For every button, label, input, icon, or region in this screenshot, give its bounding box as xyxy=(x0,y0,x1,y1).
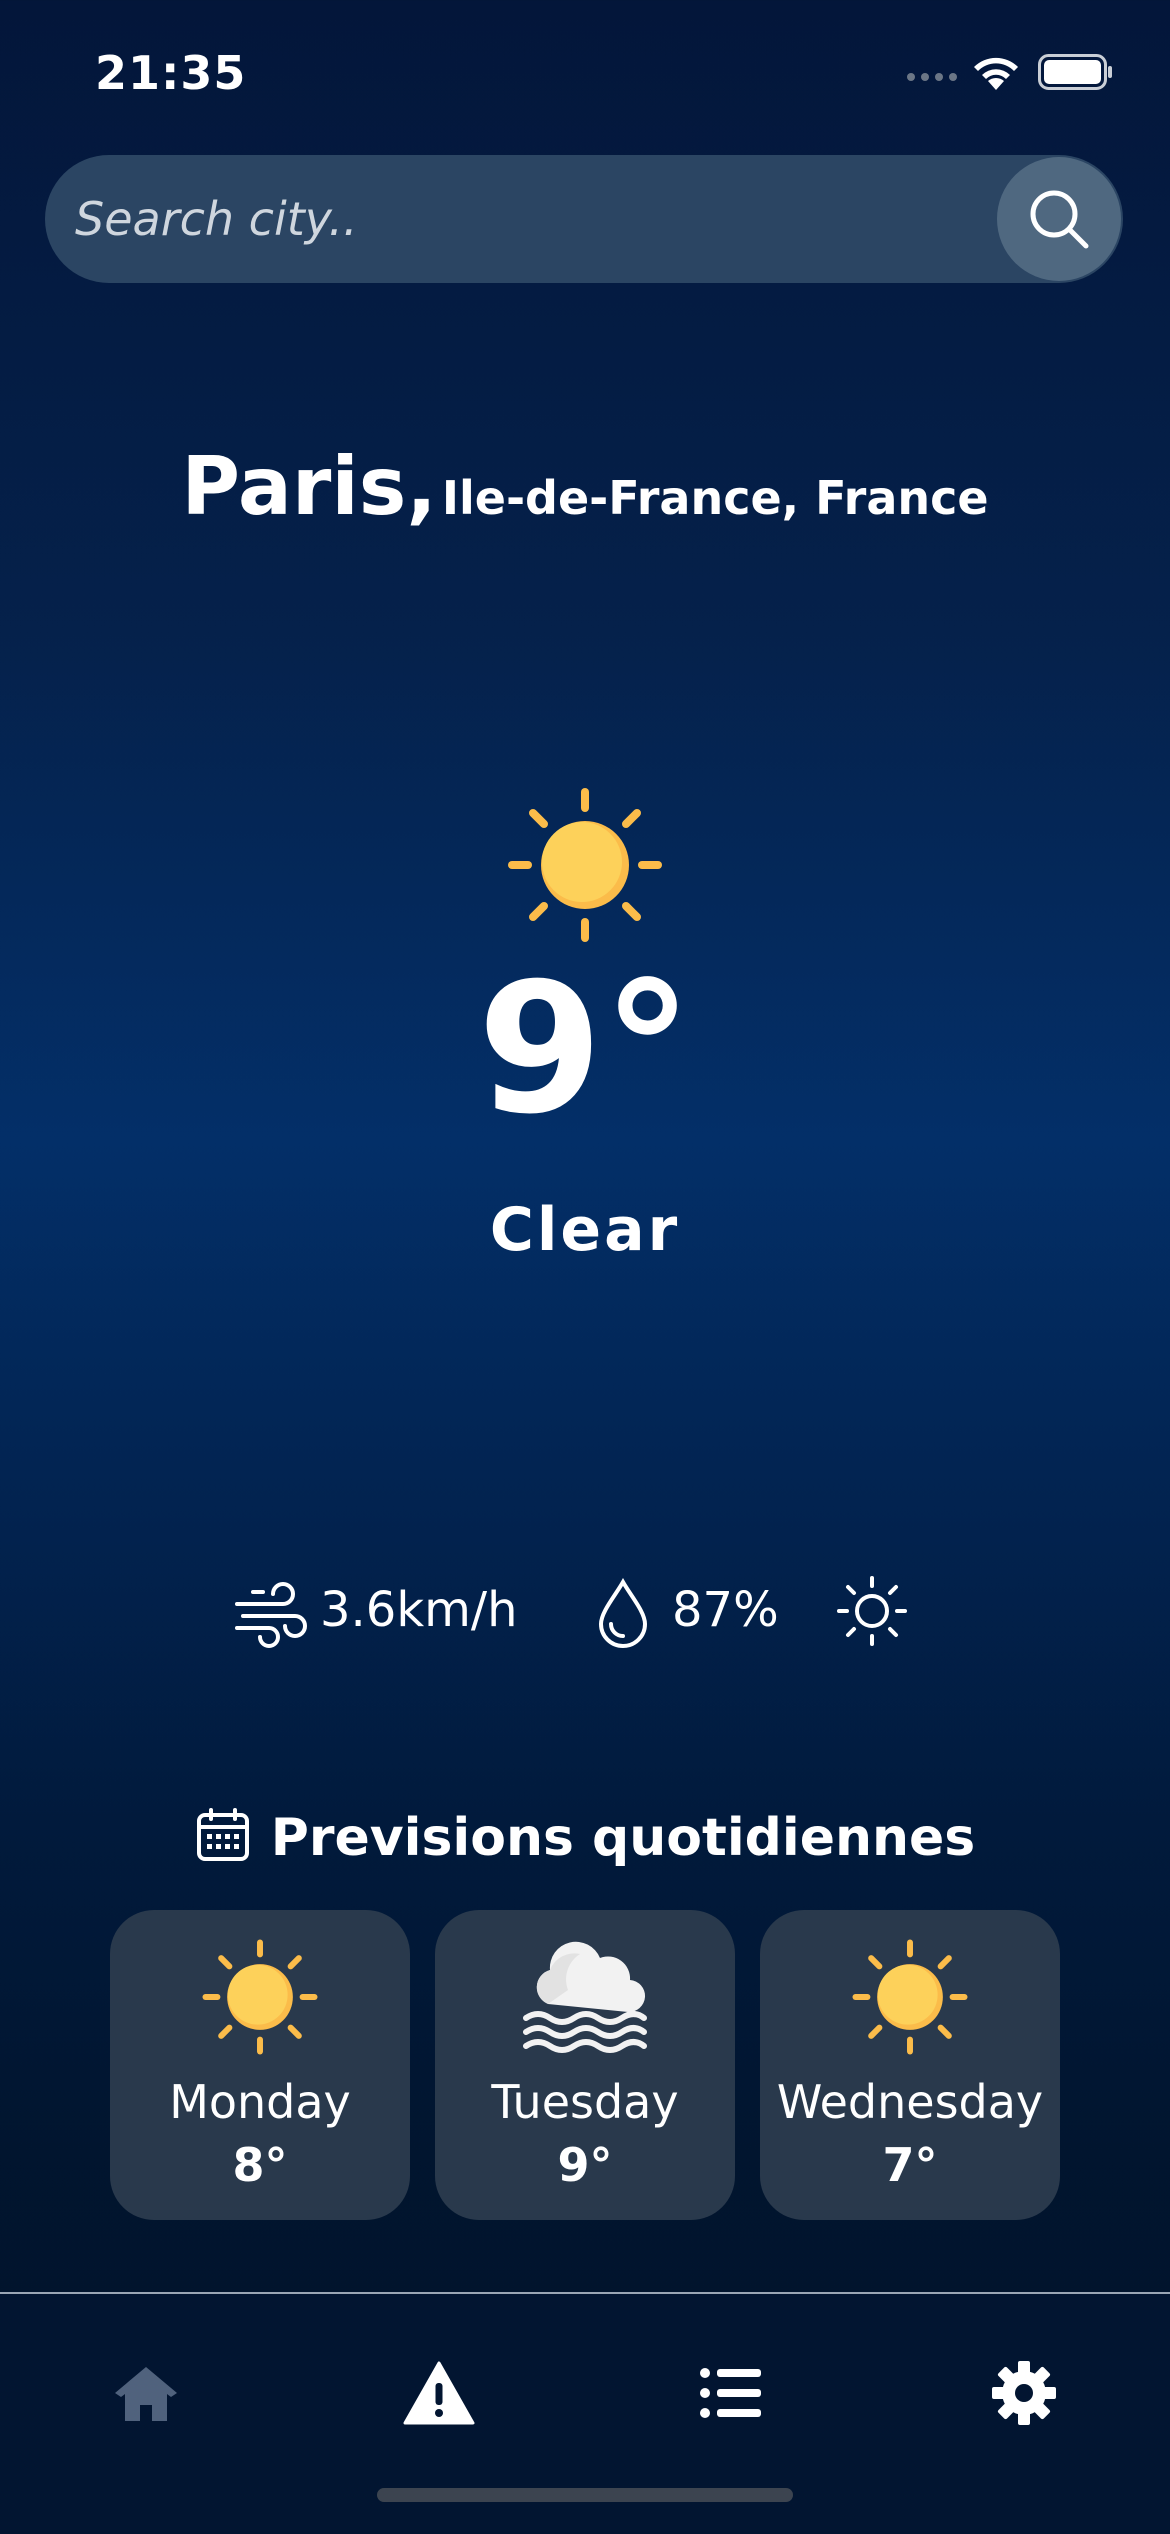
search-button[interactable] xyxy=(997,157,1121,281)
sun-icon xyxy=(508,788,662,942)
weather-metrics: 3.6km/h 87% xyxy=(0,1570,1170,1660)
sun-icon xyxy=(852,1939,968,2055)
forecast-card-monday[interactable]: Monday 8° xyxy=(110,1910,410,2220)
location-title: Paris, Ile-de-France, France xyxy=(0,440,1170,533)
forecast-day: Wednesday xyxy=(776,2075,1044,2129)
humidity-value: 87% xyxy=(672,1582,779,1638)
forecast-title: Previsions quotidiennes xyxy=(270,1808,976,1868)
forecast-heading: Previsions quotidiennes xyxy=(0,1808,1170,1869)
tab-alerts[interactable] xyxy=(379,2338,499,2448)
forecast-card-wednesday[interactable]: Wednesday 7° xyxy=(760,1910,1060,2220)
forecast-temp: 9° xyxy=(557,2138,613,2192)
signal-dots-icon xyxy=(907,73,957,81)
uv-sun-icon xyxy=(837,1576,907,1646)
tab-list[interactable] xyxy=(670,2338,790,2448)
calendar-icon xyxy=(196,1808,249,1861)
current-condition: Clear xyxy=(489,1195,681,1265)
tab-settings[interactable] xyxy=(964,2338,1084,2448)
search-icon xyxy=(1030,190,1089,249)
humidity-drop-icon xyxy=(598,1578,648,1648)
home-icon xyxy=(115,2367,177,2421)
home-indicator[interactable] xyxy=(377,2488,793,2502)
status-time: 21:35 xyxy=(95,46,247,100)
forecast-day: Tuesday xyxy=(491,2075,679,2129)
search-input[interactable] xyxy=(75,155,1015,283)
forecast-temp: 7° xyxy=(882,2138,938,2192)
forecast-temp: 8° xyxy=(232,2138,288,2192)
battery-icon xyxy=(1038,54,1112,90)
current-temperature: 9° xyxy=(477,945,693,1154)
status-bar: 21:35 xyxy=(0,0,1170,150)
wifi-icon xyxy=(974,57,1018,90)
search-bar xyxy=(45,155,1123,283)
forecast-day: Monday xyxy=(169,2075,351,2129)
wind-speed: 3.6km/h xyxy=(320,1582,518,1638)
forecast-cards: Monday 8° Tuesday 9° Wednesday 7° xyxy=(110,1910,1060,2220)
wind-icon xyxy=(235,1582,307,1648)
city-name: Paris, xyxy=(181,440,437,533)
list-icon xyxy=(700,2368,761,2418)
tab-home[interactable] xyxy=(86,2338,206,2448)
sun-icon xyxy=(202,1939,318,2055)
region-name: Ile-de-France, France xyxy=(441,471,989,525)
forecast-card-tuesday[interactable]: Tuesday 9° xyxy=(435,1910,735,2220)
warning-icon xyxy=(403,2361,475,2425)
fog-cloud-icon xyxy=(523,1941,647,2053)
gear-icon xyxy=(992,2361,1056,2425)
